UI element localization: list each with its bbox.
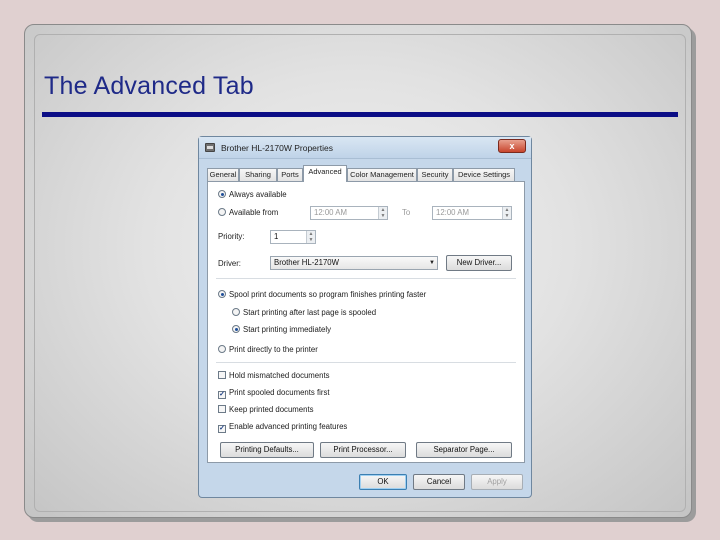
tab-color-management[interactable]: Color Management [347,168,417,181]
from-time-value: 12:00 AM [314,208,347,217]
tab-sharing[interactable]: Sharing [239,168,277,181]
checkbox-checked-icon: ✓ [218,391,226,399]
start-after-last-page-label: Start printing after last page is spoole… [243,308,377,317]
separator [216,362,516,363]
keep-printed-checkbox[interactable]: Keep printed documents [218,405,314,414]
start-after-last-page-option[interactable]: Start printing after last page is spoole… [232,308,376,317]
cancel-button[interactable]: Cancel [413,474,465,490]
separator-page-button[interactable]: Separator Page... [416,442,512,458]
start-immediately-option[interactable]: Start printing immediately [232,325,331,334]
radio-selected-icon [232,325,240,333]
ok-button[interactable]: OK [359,474,407,490]
print-direct-label: Print directly to the printer [229,345,318,354]
spool-label: Spool print documents so program finishe… [229,290,427,299]
advanced-tab-panel: Always available Available from 12:00 AM… [207,181,525,463]
tab-ports[interactable]: Ports [277,168,303,181]
enable-advanced-checkbox[interactable]: ✓ Enable advanced printing features [218,422,347,433]
tab-general[interactable]: General [207,168,239,181]
slide-title: The Advanced Tab [44,72,254,100]
print-spooled-first-checkbox[interactable]: ✓ Print spooled documents first [218,388,330,399]
dialog-title: Brother HL-2170W Properties [221,143,333,153]
dialog-titlebar[interactable]: Brother HL-2170W Properties x [199,137,531,159]
radio-unselected-icon [232,308,240,316]
printer-properties-dialog: Brother HL-2170W Properties x General Sh… [198,136,532,498]
priority-label: Priority: [218,232,245,241]
separator [216,278,516,279]
to-time-input[interactable]: 12:00 AM ▲ ▼ [432,206,512,220]
priority-input[interactable]: 1 ▲ ▼ [270,230,316,244]
priority-value: 1 [274,232,279,241]
from-time-input[interactable]: 12:00 AM ▲ ▼ [310,206,388,220]
spool-option[interactable]: Spool print documents so program finishe… [218,290,426,299]
checkbox-unchecked-icon [218,405,226,413]
radio-selected-icon [218,190,226,198]
print-direct-option[interactable]: Print directly to the printer [218,345,318,354]
radio-unselected-icon [218,208,226,216]
print-spooled-first-label: Print spooled documents first [229,388,330,397]
new-driver-button[interactable]: New Driver... [446,255,512,271]
print-processor-button[interactable]: Print Processor... [320,442,406,458]
radio-unselected-icon [218,345,226,353]
hold-mismatched-checkbox[interactable]: Hold mismatched documents [218,371,330,380]
tab-security[interactable]: Security [417,168,453,181]
checkbox-checked-icon: ✓ [218,425,226,433]
tab-advanced[interactable]: Advanced [303,165,347,182]
keep-printed-label: Keep printed documents [229,405,314,414]
tab-device-settings[interactable]: Device Settings [453,168,515,181]
available-from-label: Available from [229,208,279,217]
printing-defaults-button[interactable]: Printing Defaults... [220,442,314,458]
close-button[interactable]: x [498,139,526,153]
spin-arrows-icon[interactable]: ▲ ▼ [502,207,511,219]
chevron-down-icon: ▼ [429,260,435,266]
spin-arrows-icon[interactable]: ▲ ▼ [378,207,387,219]
start-immediately-label: Start printing immediately [243,325,331,334]
always-available-option[interactable]: Always available [218,190,287,199]
driver-value: Brother HL-2170W [274,258,340,267]
to-label: To [402,208,411,217]
always-available-label: Always available [229,190,287,199]
tab-strip: General Sharing Ports Advanced Color Man… [207,165,525,182]
driver-select[interactable]: Brother HL-2170W ▼ [270,256,438,270]
title-rule [42,112,678,117]
driver-label: Driver: [218,259,241,268]
printer-icon [205,143,215,152]
checkbox-unchecked-icon [218,371,226,379]
radio-selected-icon [218,290,226,298]
enable-advanced-label: Enable advanced printing features [229,422,348,431]
apply-button[interactable]: Apply [471,474,523,490]
hold-mismatched-label: Hold mismatched documents [229,371,330,380]
spin-arrows-icon[interactable]: ▲ ▼ [306,231,315,243]
to-time-value: 12:00 AM [436,208,469,217]
available-from-option[interactable]: Available from [218,208,278,217]
